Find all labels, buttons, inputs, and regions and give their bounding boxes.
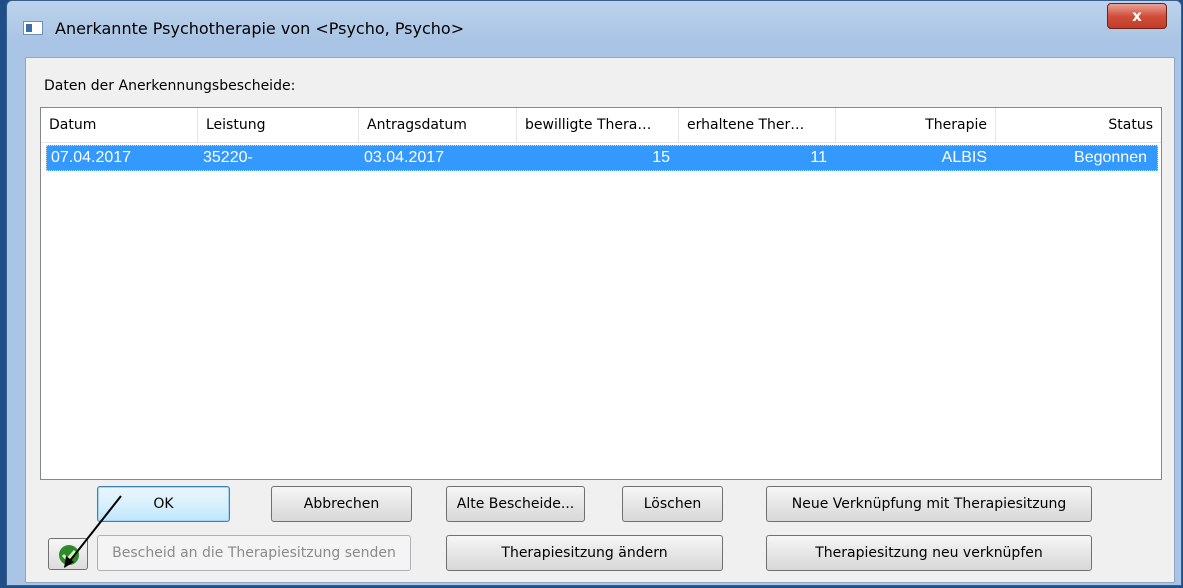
bescheide-list[interactable]: Datum Leistung Antragsdatum bewilligte T… xyxy=(40,107,1162,480)
column-header-status[interactable]: Status xyxy=(996,108,1161,142)
send-icon-button[interactable] xyxy=(48,538,88,570)
title-bar[interactable]: Anerkannte Psychotherapie von <Psycho, P… xyxy=(7,1,1181,51)
cell-status: Begonnen xyxy=(1074,149,1147,166)
cell-leistung: 35220- xyxy=(203,149,253,166)
cell-datum: 07.04.2017 xyxy=(51,149,132,166)
neue-verknuepfung-button[interactable]: Neue Verknüpfung mit Therapiesitzung xyxy=(766,486,1092,522)
column-header-erhaltene[interactable]: erhaltene Ther… xyxy=(679,108,836,142)
window-icon xyxy=(23,21,43,35)
cell-bewilligte: 15 xyxy=(652,149,670,166)
ok-button[interactable]: OK xyxy=(97,486,230,522)
therapiesitzung-neu-button[interactable]: Therapiesitzung neu verknüpfen xyxy=(766,535,1092,571)
table-row[interactable]: 07.04.2017 35220- 03.04.2017 15 11 ALBIS… xyxy=(46,145,1158,171)
column-header-leistung[interactable]: Leistung xyxy=(198,108,359,142)
close-button[interactable]: x xyxy=(1107,3,1167,29)
column-header-datum[interactable]: Datum xyxy=(41,108,198,142)
section-label: Daten der Anerkennungsbescheide: xyxy=(44,78,296,94)
cell-erhaltene: 11 xyxy=(810,149,827,166)
column-header-antragsdatum[interactable]: Antragsdatum xyxy=(359,108,517,142)
list-header: Datum Leistung Antragsdatum bewilligte T… xyxy=(41,108,1161,143)
cell-therapie: ALBIS xyxy=(941,149,987,166)
bescheid-senden-button[interactable]: Bescheid an die Therapiesitzung senden xyxy=(97,535,411,571)
cell-antragsdatum: 03.04.2017 xyxy=(364,149,445,166)
dialog-window: Anerkannte Psychotherapie von <Psycho, P… xyxy=(6,0,1182,586)
therapiesitzung-aendern-button[interactable]: Therapiesitzung ändern xyxy=(446,535,723,571)
abbrechen-button[interactable]: Abbrechen xyxy=(271,486,412,522)
loeschen-button[interactable]: Löschen xyxy=(622,486,723,522)
alte-bescheide-button[interactable]: Alte Bescheide... xyxy=(446,486,585,522)
dialog-client-area: Daten der Anerkennungsbescheide: Datum L… xyxy=(25,57,1175,583)
checkmark-icon xyxy=(59,545,79,565)
window-title: Anerkannte Psychotherapie von <Psycho, P… xyxy=(55,19,465,38)
column-header-therapie[interactable]: Therapie xyxy=(836,108,996,142)
column-header-bewilligte[interactable]: bewilligte Thera… xyxy=(517,108,679,142)
